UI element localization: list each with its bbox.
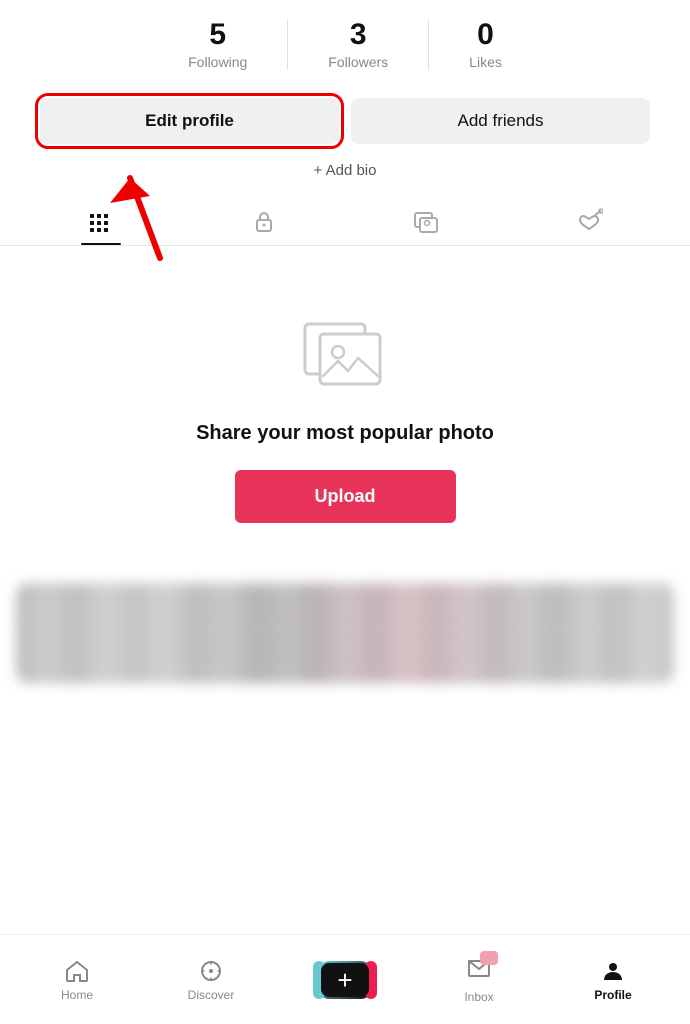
nav-home[interactable]: Home (10, 958, 144, 1002)
likes-label: Likes (469, 54, 502, 70)
followers-label: Followers (328, 54, 388, 70)
upload-button[interactable]: Upload (235, 470, 456, 523)
nav-home-label: Home (61, 988, 93, 1002)
add-friends-button[interactable]: Add friends (351, 98, 650, 144)
heart-link-icon (575, 207, 603, 235)
empty-state: Share your most popular photo Upload (0, 246, 690, 563)
add-bio-row: + Add bio (0, 154, 690, 197)
nav-inbox-label: Inbox (464, 990, 493, 1004)
tab-private[interactable] (250, 207, 278, 245)
grid-icon (87, 207, 115, 235)
following-label: Following (188, 54, 247, 70)
home-icon (64, 958, 90, 984)
nav-profile-label: Profile (594, 988, 631, 1002)
add-bio-button[interactable]: + Add bio (314, 162, 377, 179)
nav-profile[interactable]: Profile (546, 958, 680, 1002)
empty-state-title: Share your most popular photo (196, 420, 494, 446)
nav-create[interactable]: + (278, 961, 412, 999)
likes-stat[interactable]: 0 Likes (429, 20, 542, 70)
tab-photo[interactable] (412, 207, 440, 245)
nav-discover-label: Discover (188, 988, 235, 1002)
profile-icon (600, 958, 626, 984)
content-tabs (0, 197, 690, 246)
profile-buttons-row: Edit profile Add friends (0, 80, 690, 154)
inbox-notification-badge (480, 951, 498, 965)
stats-row: 5 Following 3 Followers 0 Likes (0, 0, 690, 80)
plus-icon: + (337, 967, 352, 993)
nav-inbox[interactable]: Inbox (412, 955, 546, 1004)
nav-discover[interactable]: Discover (144, 958, 278, 1002)
blurred-ad-banner (16, 583, 674, 683)
bottom-navigation: Home Discover + Inbox Pr (0, 934, 690, 1024)
edit-profile-button[interactable]: Edit profile (40, 98, 339, 144)
following-stat[interactable]: 5 Following (148, 20, 288, 70)
compass-icon (198, 958, 224, 984)
following-count: 5 (209, 20, 226, 50)
followers-count: 3 (350, 20, 367, 50)
photo-placeholder-icon (300, 306, 390, 396)
photo-tag-icon (412, 207, 440, 235)
tab-grid[interactable] (87, 207, 115, 245)
lock-icon (250, 207, 278, 235)
followers-stat[interactable]: 3 Followers (288, 20, 429, 70)
create-button[interactable]: + (319, 961, 371, 999)
tab-liked[interactable] (575, 207, 603, 245)
inbox-wrapper (466, 955, 492, 986)
likes-count: 0 (477, 20, 494, 50)
